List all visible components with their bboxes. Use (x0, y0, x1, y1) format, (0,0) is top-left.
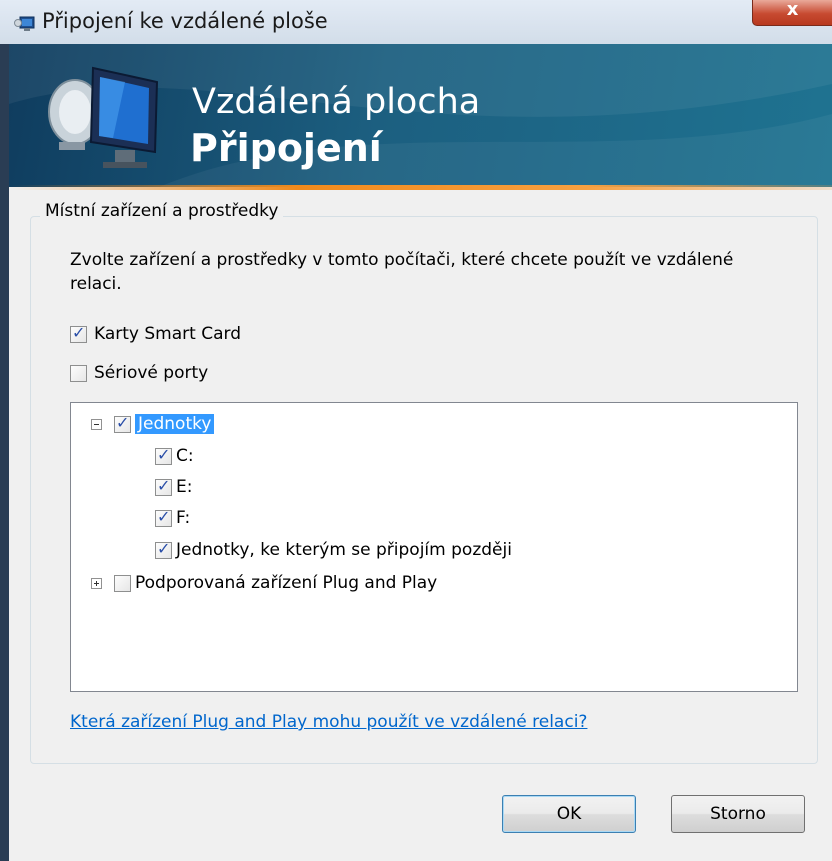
expand-icon[interactable] (91, 577, 102, 589)
ok-button[interactable]: OK (502, 795, 636, 833)
group-legend: Místní zařízení a prostředky (40, 201, 284, 221)
drive-f-label: F: (176, 508, 191, 528)
tree-node-drives[interactable]: Jednotky (91, 411, 215, 437)
header-banner: Vzdálená plocha Připojení (9, 44, 832, 187)
tree-node-pnp[interactable]: Podporovaná zařízení Plug and Play (91, 570, 437, 596)
close-icon: x (786, 0, 799, 20)
remote-desktop-monitor-icon (48, 66, 159, 168)
drive-c-label: C: (176, 446, 194, 466)
close-button[interactable]: x (752, 0, 832, 26)
window-frame (0, 44, 9, 861)
smart-card-checkbox[interactable] (70, 323, 87, 343)
drives-label[interactable]: Jednotky (135, 414, 215, 434)
banner-title: Připojení (190, 126, 382, 170)
drive-c-checkbox[interactable] (155, 445, 172, 465)
serial-ports-label: Sériové porty (94, 363, 209, 383)
pnp-label: Podporovaná zařízení Plug and Play (135, 573, 438, 593)
remote-desktop-app-icon (14, 16, 35, 31)
later-drives-label: Jednotky, ke kterým se připojím později (176, 540, 512, 560)
tree-node-drive-e[interactable]: E: (155, 474, 192, 500)
drive-f-checkbox[interactable] (155, 507, 172, 527)
cancel-button[interactable]: Storno (671, 795, 805, 833)
tree-node-drive-c[interactable]: C: (155, 443, 194, 469)
serial-ports-checkbox[interactable] (70, 364, 87, 382)
smart-card-checkbox-row[interactable]: Karty Smart Card (70, 322, 241, 346)
devices-tree-view[interactable]: Jednotky C: E: F: Jednotky, ke kterým se… (70, 402, 798, 692)
drives-checkbox[interactable] (114, 413, 131, 433)
pnp-checkbox[interactable] (114, 574, 131, 592)
group-description: Zvolte zařízení a prostředky v tomto poč… (70, 250, 734, 294)
banner-accent-line (9, 185, 832, 190)
tree-node-later-drives[interactable]: Jednotky, ke kterým se připojím později (155, 537, 512, 563)
collapse-icon[interactable] (91, 418, 102, 430)
pnp-help-link[interactable]: Která zařízení Plug and Play mohu použít… (70, 712, 587, 732)
banner-subtitle: Vzdálená plocha (192, 82, 481, 122)
drive-e-label: E: (176, 477, 193, 497)
title-bar[interactable]: Připojení ke vzdálené ploše x (0, 0, 832, 44)
serial-ports-checkbox-row[interactable]: Sériové porty (70, 361, 208, 385)
smart-card-label: Karty Smart Card (94, 324, 241, 344)
window-title: Připojení ke vzdálené ploše (42, 9, 328, 33)
later-drives-checkbox[interactable] (155, 539, 172, 559)
drive-e-checkbox[interactable] (155, 476, 172, 496)
tree-node-drive-f[interactable]: F: (155, 505, 190, 531)
